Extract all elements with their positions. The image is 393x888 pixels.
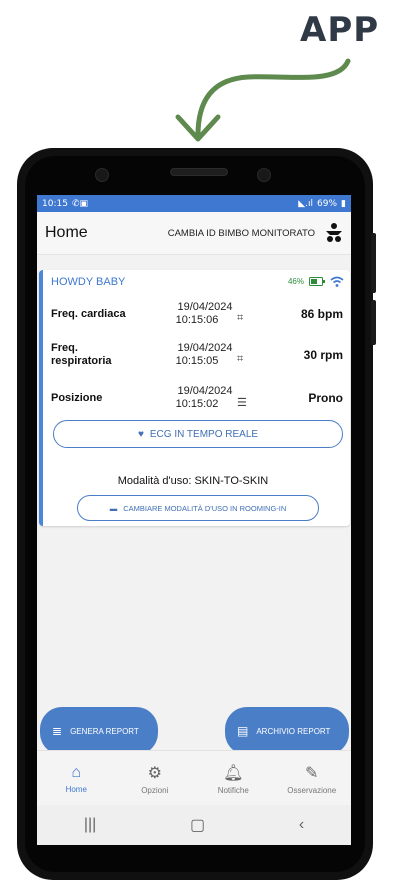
battery-icon [309, 277, 325, 286]
row-time: 10:15:06 [175, 314, 219, 326]
pencil-icon: ✎ [305, 764, 319, 782]
heart-rate-row: Freq. cardiaca 19/04/2024 10:15:06 ⌗ 86 … [51, 301, 343, 329]
mode-label: Modalità d'uso: [117, 475, 192, 487]
row-date: 19/04/2024 [177, 385, 233, 397]
device-card: HOWDY BABY 46% Freq. cardiaca 19/04/2024… [39, 270, 350, 526]
gear-icon: ⚙ [147, 764, 162, 782]
bell-icon: 🔔︎ [223, 764, 244, 782]
device-name: HOWDY BABY [51, 276, 126, 288]
system-navigation: ||| ▢ ‹ [37, 805, 351, 845]
app-bar: Home CAMBIA ID BIMBO MONITORATO [37, 212, 351, 255]
nav-label: Osservazione [287, 785, 337, 795]
power-button [371, 300, 376, 345]
nav-label: Home [65, 784, 87, 794]
home-button-icon[interactable]: ▢ [190, 815, 205, 835]
archive-report-button[interactable]: ▤ ARCHIVIO REPORT [225, 707, 349, 755]
row-value: Prono [308, 391, 343, 405]
status-bar: 10:15 ✆▣ ◣.ıl 69% ▮ [37, 195, 351, 212]
signal-icon: ◣.ıl [298, 198, 314, 209]
generate-report-label: GENERA REPORT [70, 726, 139, 736]
row-time: 10:15:02 [175, 398, 219, 410]
baby-icon[interactable] [325, 223, 343, 243]
page-title: Home [45, 224, 88, 241]
arrow-icon [175, 58, 351, 142]
respiratory-rate-row: Freq. respiratoria 19/04/2024 10:15:05 ⌗… [51, 342, 343, 370]
battery-text: 69% [317, 198, 338, 209]
database-icon: ≣ [52, 724, 63, 738]
change-baby-id-button[interactable]: CAMBIA ID BIMBO MONITORATO [168, 228, 315, 239]
page-caption: APP [300, 10, 380, 50]
ecg-button-label: ECG IN TEMPO REALE [149, 428, 259, 440]
nav-options[interactable]: ⚙ Opzioni [116, 751, 195, 806]
battery-icon: ▮ [341, 198, 346, 209]
wifi-icon [330, 276, 344, 287]
row-label: Posizione [51, 392, 103, 404]
bottom-navigation: ⌂ Home ⚙ Opzioni 🔔︎ Notifiche ✎ Osservaz… [37, 750, 351, 806]
nav-notifications[interactable]: 🔔︎ Notifiche [194, 751, 273, 806]
nav-home[interactable]: ⌂ Home [37, 751, 116, 806]
status-time: 10:15 [42, 198, 68, 209]
list-icon[interactable]: ☰ [237, 396, 247, 409]
back-icon[interactable]: ‹ [299, 816, 304, 834]
row-date: 19/04/2024 [177, 342, 233, 354]
row-label: Freq. cardiaca [51, 308, 126, 320]
nav-observation[interactable]: ✎ Osservazione [273, 751, 352, 806]
device-status: 46% [288, 276, 344, 287]
phone-screen: 10:15 ✆▣ ◣.ıl 69% ▮ Home CAMBIA ID BIMBO… [37, 195, 351, 845]
volume-button [371, 233, 376, 293]
position-row: Posizione 19/04/2024 10:15:02 ☰ Prono [51, 385, 343, 413]
notification-icon: ✆▣ [71, 198, 88, 209]
archive-icon: ▤ [237, 724, 249, 738]
mode-value: SKIN-TO-SKIN [194, 475, 269, 487]
row-label: Freq. respiratoria [51, 342, 112, 367]
row-time: 10:15:05 [175, 355, 219, 367]
battery-percent: 46% [287, 277, 304, 286]
bed-icon: ▬ [109, 503, 118, 513]
row-value: 30 rpm [303, 348, 343, 362]
home-icon: ⌂ [71, 763, 82, 781]
camera-icon [95, 168, 109, 182]
chart-icon[interactable]: ⌗ [237, 312, 243, 325]
chart-icon[interactable]: ⌗ [237, 353, 243, 366]
usage-mode: Modalità d'uso: SKIN-TO-SKIN [43, 475, 343, 487]
nav-label: Notifiche [217, 785, 249, 795]
change-mode-button[interactable]: ▬ CAMBIARE MODALITÀ D'USO IN ROOMING-IN [77, 495, 319, 521]
change-mode-label: CAMBIARE MODALITÀ D'USO IN ROOMING-IN [123, 503, 287, 513]
row-date: 19/04/2024 [177, 301, 233, 313]
recent-apps-icon[interactable]: ||| [84, 816, 96, 834]
row-value: 86 bpm [300, 307, 343, 321]
generate-report-button[interactable]: ≣ GENERA REPORT [40, 707, 158, 755]
archive-report-label: ARCHIVIO REPORT [256, 726, 331, 736]
nav-label: Opzioni [141, 785, 169, 795]
heart-pulse-icon: ♥ [137, 428, 144, 440]
sensor-icon [257, 168, 271, 182]
speaker-grille [170, 168, 228, 176]
ecg-realtime-button[interactable]: ♥ ECG IN TEMPO REALE [53, 420, 343, 448]
